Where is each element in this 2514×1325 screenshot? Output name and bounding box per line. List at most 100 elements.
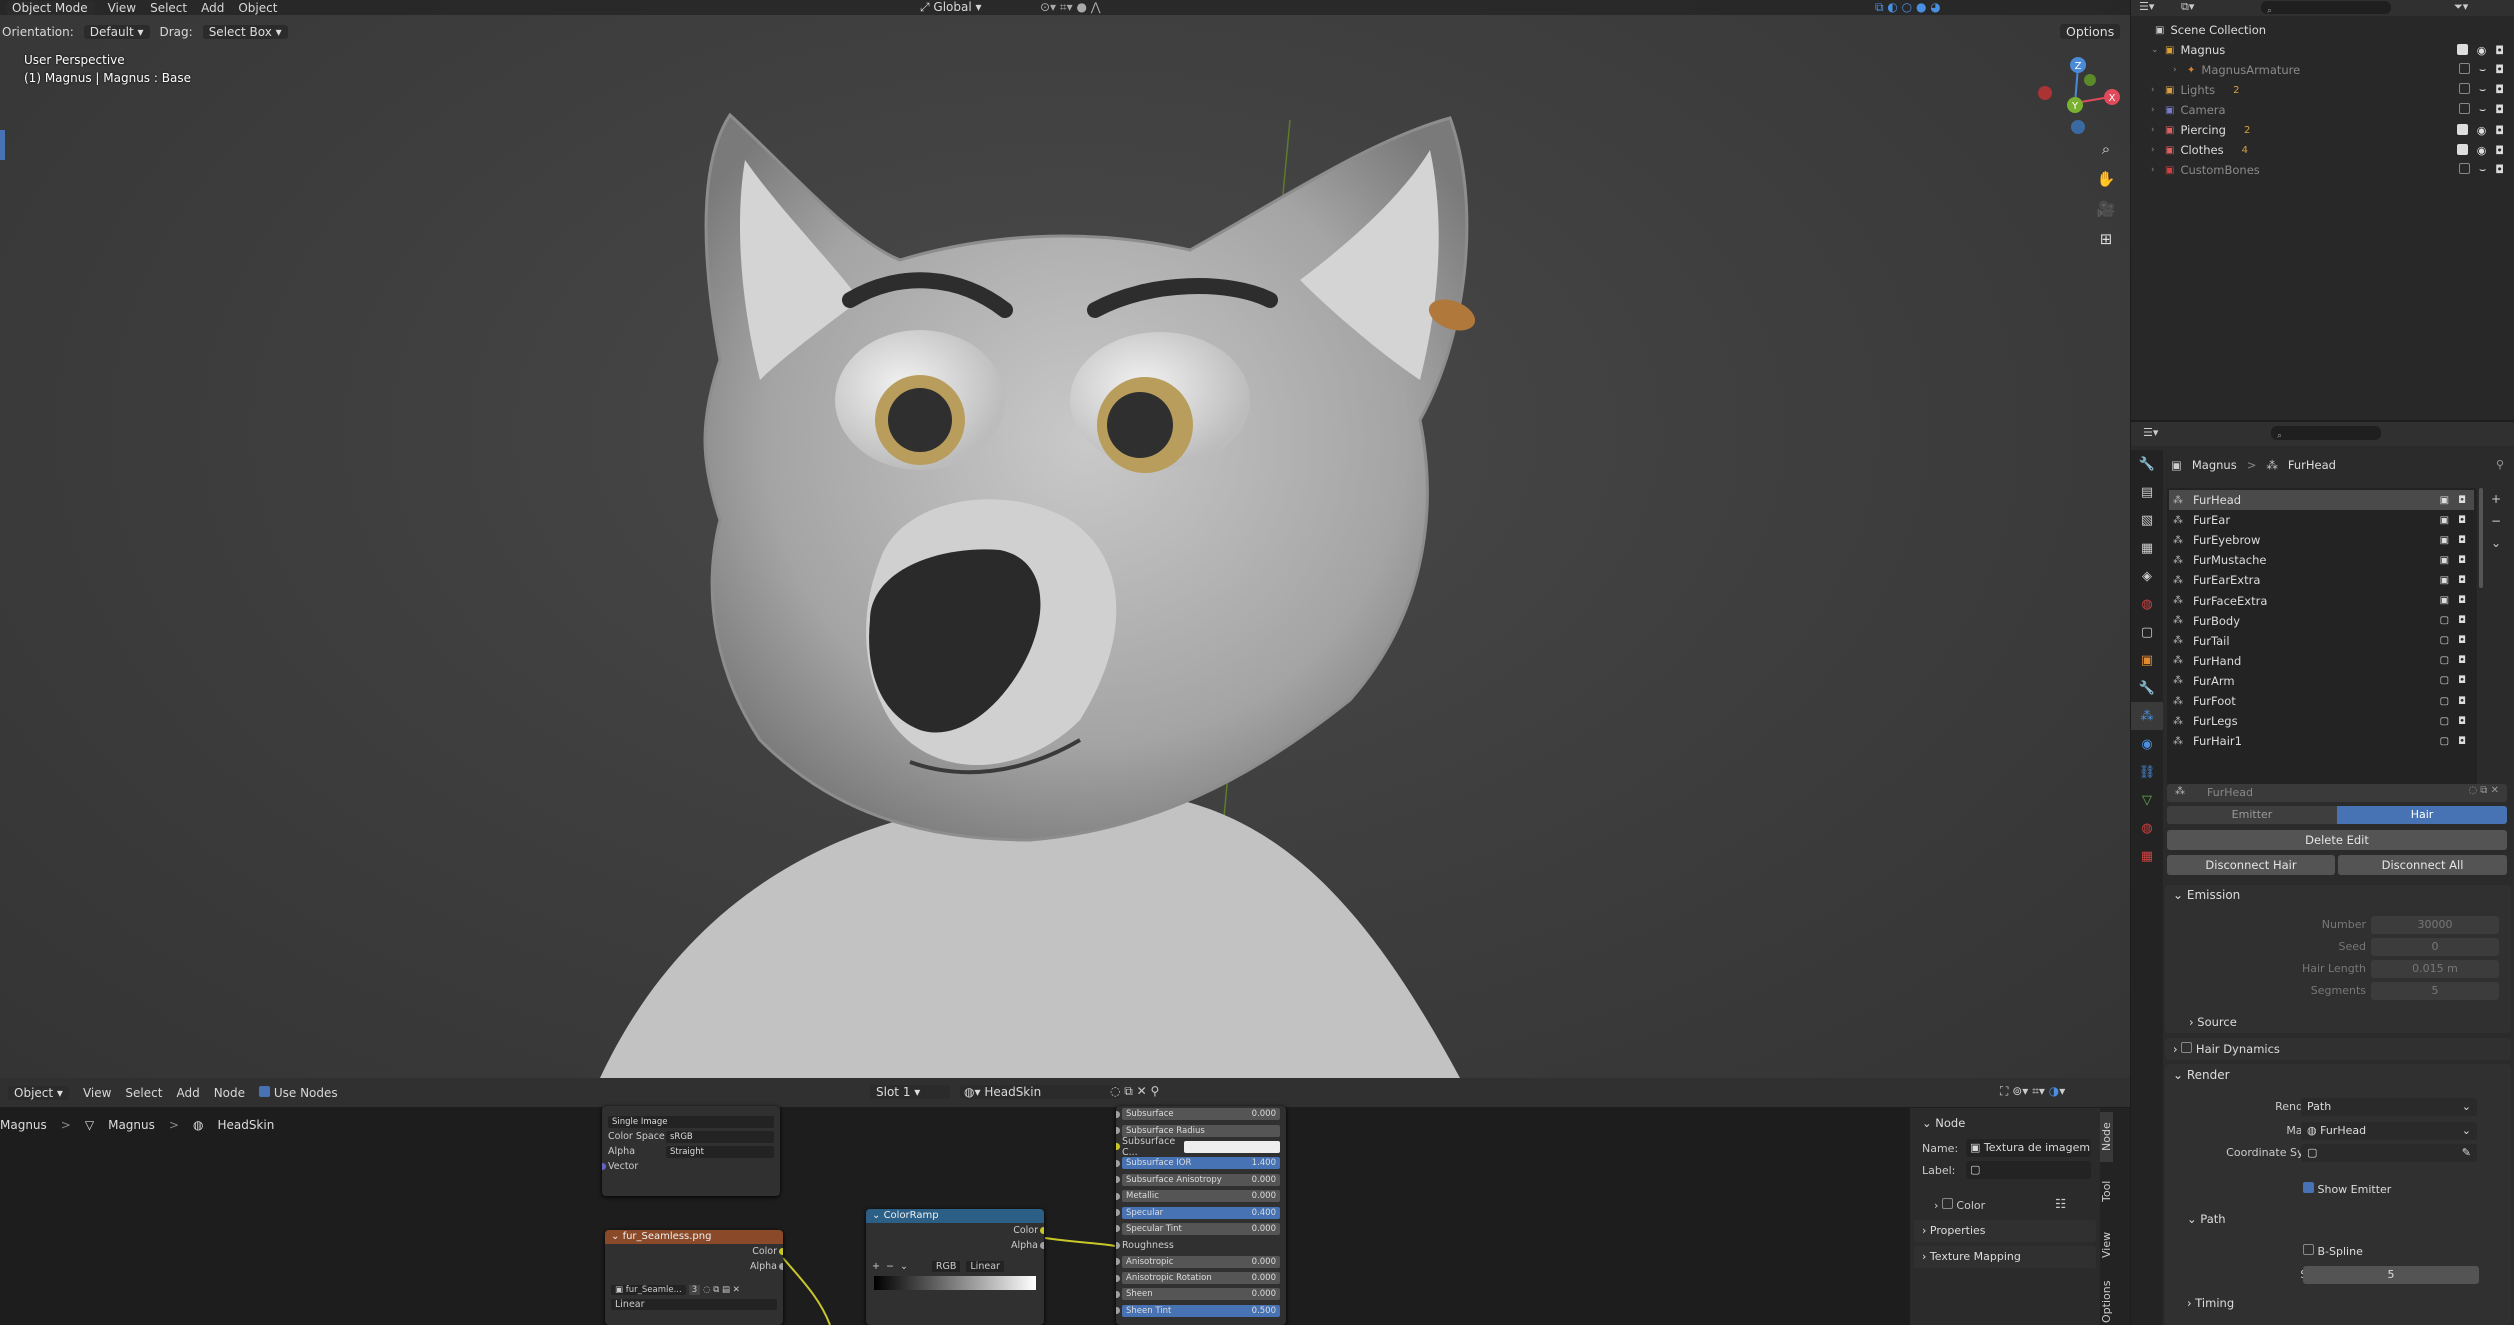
viewport-enabled-icon[interactable]: ▣ — [2440, 515, 2449, 526]
hair-length-field[interactable]: 0.015 m — [2371, 960, 2499, 978]
alpha-output-socket[interactable] — [779, 1263, 783, 1270]
color-output-socket[interactable] — [779, 1248, 783, 1255]
viewport-disabled-icon[interactable]: ▢ — [2440, 655, 2449, 666]
vector-socket[interactable] — [602, 1163, 606, 1170]
camera-icon[interactable]: ◘ — [2458, 595, 2466, 606]
outliner-item[interactable]: › ▣ Camera ⌣ ◘ — [2131, 100, 2514, 120]
add-menu[interactable]: Add — [201, 1, 224, 15]
grid-icon[interactable]: ⊞ — [2095, 228, 2117, 250]
expand-arrow-icon[interactable]: › — [2151, 145, 2165, 155]
show-emitter-toggle[interactable]: Show Emitter — [2303, 1182, 2391, 1196]
render-icon[interactable]: ▤ — [2131, 478, 2163, 506]
camera-icon[interactable]: ◘ — [2458, 696, 2466, 707]
camera-icon[interactable]: ◘ — [2495, 44, 2504, 57]
input-socket[interactable] — [1116, 1176, 1120, 1184]
show-emitter-checkbox[interactable] — [2303, 1182, 2314, 1193]
coordinate-system-field[interactable]: ▢ ✎ — [2301, 1144, 2477, 1162]
collection-icon[interactable]: ▢ — [2131, 618, 2163, 646]
camera-icon[interactable]: ◘ — [2495, 144, 2504, 157]
bsdf-input-row[interactable]: Specular 0.400 — [1116, 1204, 1286, 1220]
particle-system-item[interactable]: ⁂ FurBody ▢ ◘ — [2169, 611, 2474, 631]
camera-icon[interactable]: ◘ — [2458, 736, 2466, 747]
exclude-checkbox[interactable] — [2456, 143, 2468, 155]
particle-system-item[interactable]: ⁂ FurLegs ▢ ◘ — [2169, 711, 2474, 731]
viewport-disabled-icon[interactable]: ▢ — [2440, 615, 2449, 626]
select-menu[interactable]: Select — [150, 1, 187, 15]
particle-settings-field[interactable]: ⁂ FurHead ◌ ⧉ ✕ — [2167, 784, 2507, 802]
disconnect-hair-button[interactable]: Disconnect Hair — [2167, 855, 2335, 875]
viewport-enabled-icon[interactable]: ▣ — [2440, 575, 2449, 586]
render-as-dropdown[interactable]: Path ⌄ — [2301, 1098, 2477, 1116]
view-menu[interactable]: View — [108, 1, 136, 15]
seed-field[interactable]: 0 — [2371, 938, 2499, 956]
exclude-checkbox[interactable] — [2456, 43, 2468, 55]
material-icon[interactable]: ◍ — [2131, 814, 2163, 842]
color-checkbox[interactable] — [1941, 1198, 1953, 1209]
subsurface-color-swatch[interactable] — [1184, 1140, 1280, 1153]
properties-search-input[interactable]: ⌕ — [2271, 426, 2381, 441]
delete-edit-button[interactable]: Delete Edit — [2167, 830, 2507, 850]
bsdf-input-row[interactable]: Roughness — [1116, 1237, 1286, 1253]
settings-actions-icons[interactable]: ◌ ⧉ ✕ — [2468, 785, 2499, 796]
3d-viewport[interactable]: Object Mode View Select Add Object ⤢ Glo… — [0, 0, 2130, 1078]
input-socket[interactable] — [1116, 1225, 1120, 1233]
transform-orientation-dropdown[interactable]: ⤢ Global ▾ — [920, 0, 982, 15]
exclude-checkbox[interactable] — [2459, 83, 2471, 94]
tab-tool[interactable]: Tool — [2100, 1166, 2113, 1216]
outliner-item[interactable]: › ▣ Piercing 2 ◉ ◘ — [2131, 120, 2514, 140]
bsdf-input-row[interactable]: Subsurface Anisotropy 0.000 — [1116, 1172, 1286, 1188]
editor-type-icon[interactable]: ☰▾ — [2139, 0, 2154, 13]
modifier-icon[interactable]: 🔧 — [2131, 674, 2163, 702]
add-stop-icon[interactable]: + — [872, 1261, 880, 1272]
viewport-enabled-icon[interactable]: ▣ — [2440, 535, 2449, 546]
tab-view[interactable]: View — [2100, 1220, 2113, 1270]
bsdf-input-row[interactable]: Sheen 0.000 — [1116, 1286, 1286, 1302]
camera-icon[interactable]: ◘ — [2458, 575, 2466, 586]
options-dropdown[interactable]: Options — [2060, 24, 2121, 39]
input-socket[interactable] — [1116, 1241, 1120, 1249]
bspline-checkbox[interactable] — [2303, 1244, 2314, 1255]
world-icon[interactable]: ◍ — [2131, 590, 2163, 618]
add-slot-icon[interactable]: + — [2491, 488, 2501, 510]
render-header[interactable]: ⌄ Render — [2173, 1068, 2230, 1082]
mode-dropdown[interactable]: Object Mode — [6, 0, 94, 15]
hair-dynamics-header[interactable]: › Hair Dynamics — [2173, 1042, 2280, 1056]
snap-icons[interactable]: ⊙▾ ⌗▾ ● ⋀ — [1040, 0, 1101, 15]
camera-icon[interactable]: ◘ — [2495, 124, 2504, 137]
particle-system-item[interactable]: ⁂ FurFaceExtra ▣ ◘ — [2169, 591, 2474, 611]
view-layer-icon[interactable]: ▦ — [2131, 534, 2163, 562]
navigation-gizmo[interactable]: Z X Y — [2030, 55, 2120, 140]
data-icon[interactable]: ▽ — [2131, 786, 2163, 814]
shader-node-editor[interactable]: Object ▾ View Select Add Node Use Nodes … — [0, 1078, 2130, 1325]
expand-arrow-icon[interactable]: › — [2151, 85, 2165, 95]
particle-system-item[interactable]: ⁂ FurEyebrow ▣ ◘ — [2169, 530, 2474, 550]
color-ramp-node[interactable]: ⌄ ColorRamp Color Alpha + − ⌄ RGB Linear — [866, 1209, 1044, 1325]
camera-icon[interactable]: ◘ — [2458, 716, 2466, 727]
outliner-item[interactable]: › ✦ MagnusArmature ⌣ ◘ — [2131, 60, 2514, 80]
image-file-field[interactable]: ▣ fur_Seamle... — [611, 1284, 686, 1295]
camera-icon[interactable]: ◘ — [2458, 535, 2466, 546]
input-socket[interactable] — [1116, 1127, 1120, 1135]
input-socket[interactable] — [1116, 1307, 1120, 1315]
image-setting-row[interactable]: Alpha Straight — [602, 1144, 780, 1159]
object-menu[interactable]: Object — [238, 1, 277, 15]
material-dropdown[interactable]: ◍ FurHead ⌄ — [2301, 1122, 2477, 1140]
camera-icon[interactable]: ◘ — [2458, 675, 2466, 686]
exclude-checkbox[interactable] — [2459, 63, 2471, 74]
input-socket[interactable] — [1116, 1159, 1120, 1167]
camera-icon[interactable]: ◘ — [2458, 495, 2466, 506]
image-setting-row[interactable]: Single Image — [602, 1114, 780, 1129]
viewport-disabled-icon[interactable]: ▢ — [2440, 716, 2449, 727]
camera-icon[interactable]: ◘ — [2495, 103, 2504, 117]
eye-icon[interactable]: ◉ — [2477, 144, 2487, 157]
filter-icon[interactable]: ⏷▾ — [2454, 0, 2468, 14]
drag-dropdown[interactable]: Select Box ▾ — [202, 25, 288, 39]
camera-icon[interactable]: ◘ — [2495, 83, 2504, 97]
path-subpanel[interactable]: ⌄ Path — [2187, 1212, 2226, 1226]
image-actions-icons[interactable]: ◌ ⧉ ▤ ✕ — [703, 1285, 740, 1295]
expand-arrow-icon[interactable]: › — [2151, 165, 2165, 175]
eye-icon[interactable]: ⌣ — [2479, 63, 2486, 77]
eye-icon[interactable]: ⌣ — [2479, 163, 2486, 177]
texture-icon[interactable]: ▦ — [2131, 842, 2163, 870]
expand-arrow-icon[interactable]: › — [2151, 105, 2165, 115]
